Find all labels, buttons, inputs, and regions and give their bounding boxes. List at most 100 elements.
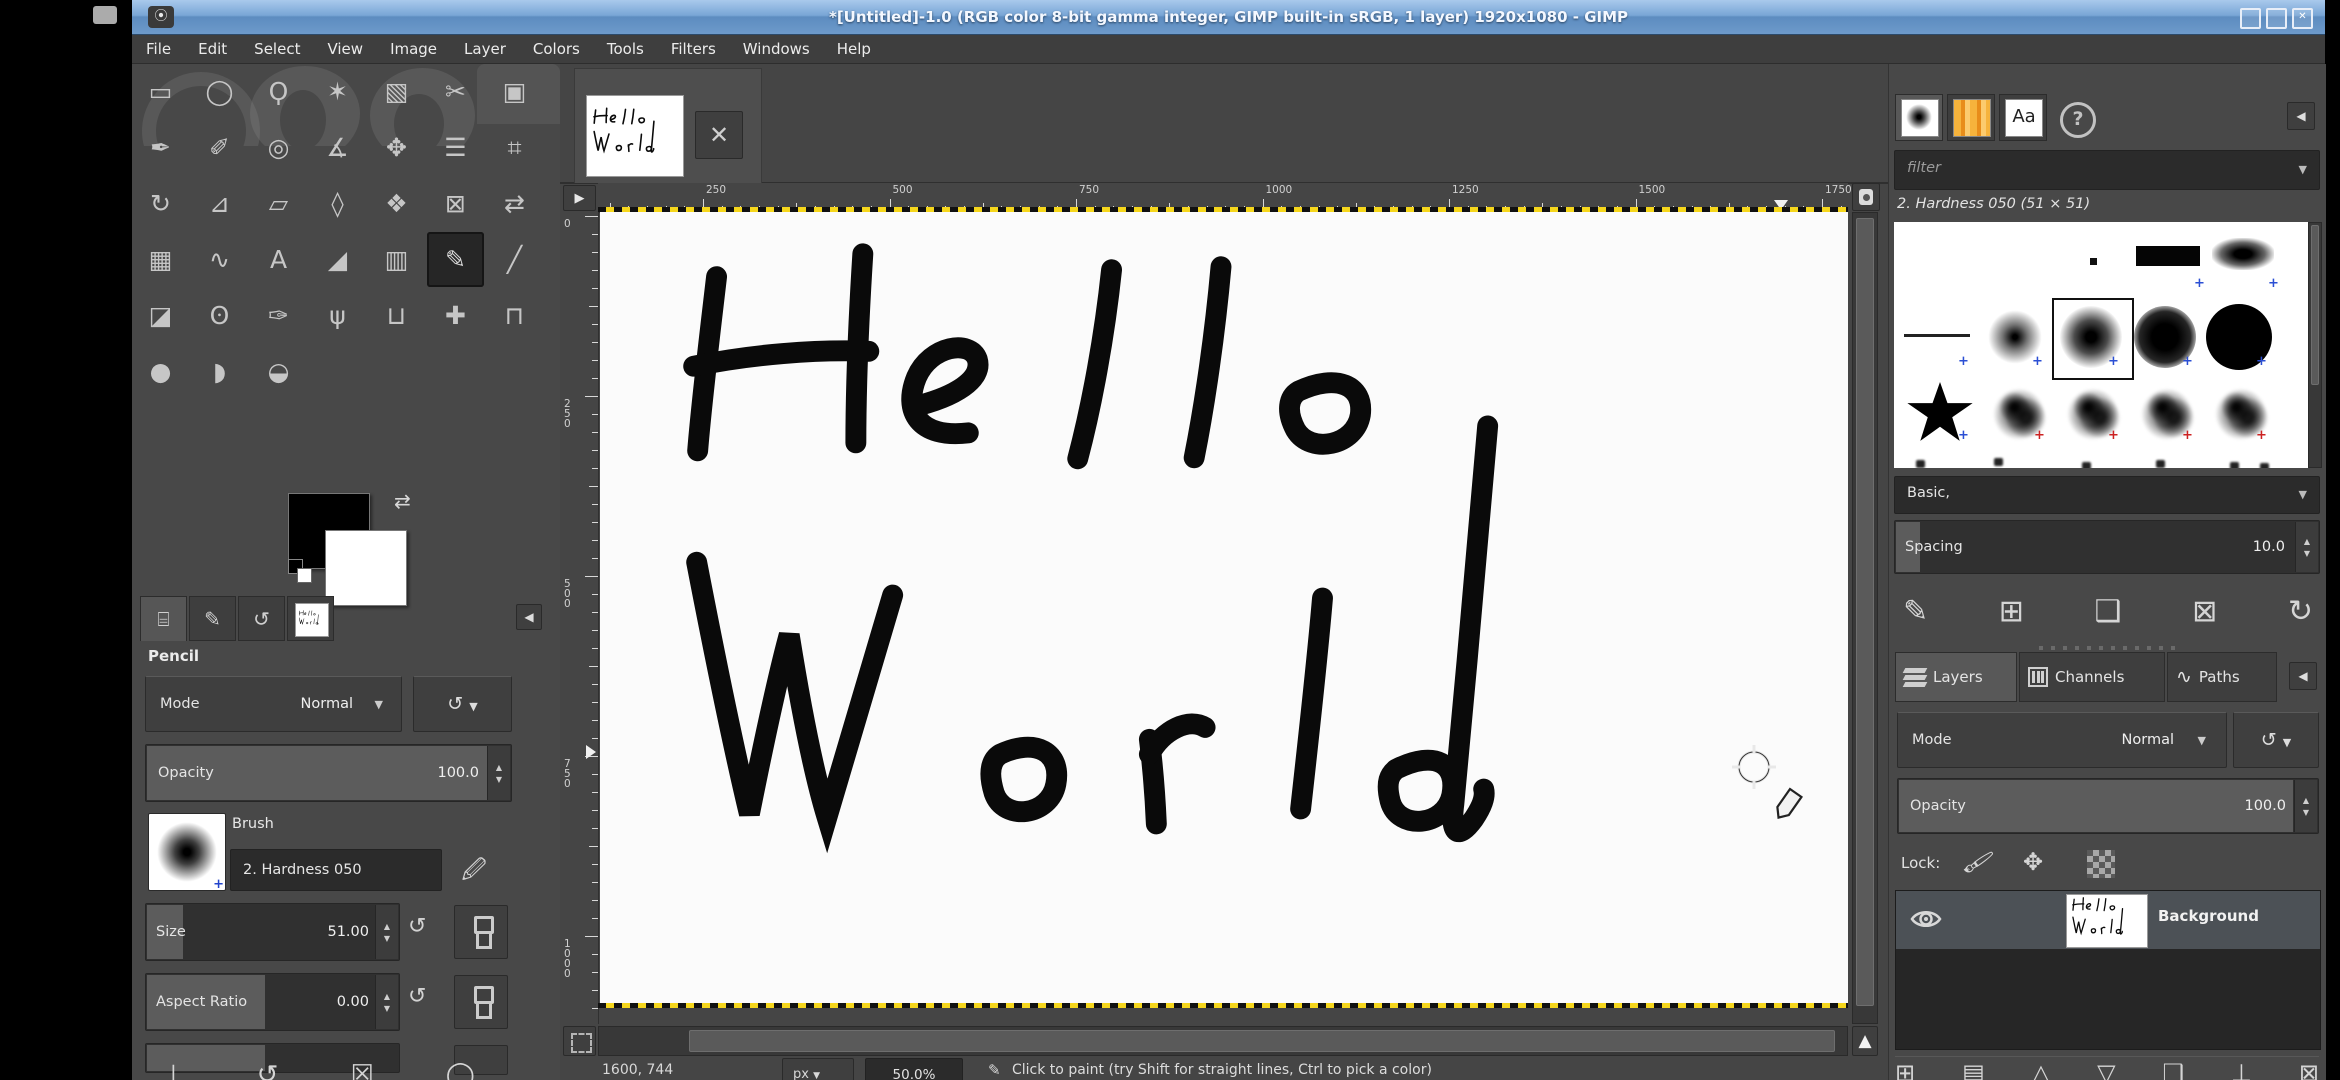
tool-gradient[interactable]: ▥	[368, 232, 425, 287]
duplicate-brush-icon[interactable]: ❑	[2095, 594, 2122, 629]
tool-scale[interactable]: ⊿	[191, 176, 248, 231]
refresh-brushes-icon[interactable]: ↻	[2288, 594, 2313, 629]
brush-name-field[interactable]: 2. Hardness 050	[230, 849, 442, 891]
tool-clone[interactable]: ⊔	[368, 288, 425, 343]
tool-eraser[interactable]: ◪	[132, 288, 189, 343]
aspect-spinner[interactable]: ▲▼	[375, 975, 398, 1029]
tab-layers[interactable]: Layers	[1895, 652, 2017, 702]
zoom-combo[interactable]: 50.0%	[865, 1058, 963, 1080]
ruler-corner-button[interactable]: ▶	[563, 185, 596, 211]
unit-select[interactable]: px ▼	[782, 1058, 854, 1080]
tool-zoom[interactable]: ◎	[250, 120, 307, 175]
aspect-link-button[interactable]	[454, 975, 508, 1029]
tool-heal[interactable]: ✚	[427, 288, 484, 343]
size-link-button[interactable]	[454, 905, 508, 959]
close-button[interactable]: ✕	[2292, 8, 2313, 29]
spacing-slider[interactable]: Spacing 10.0 ▲▼	[1894, 520, 2320, 574]
default-colors-icon[interactable]	[288, 559, 314, 585]
duplicate-layer-icon[interactable]: ❑	[2163, 1059, 2185, 1080]
tab-device-status[interactable]: ✎	[189, 596, 236, 641]
tool-fuzzy-select[interactable]: ✶	[309, 64, 366, 119]
brush-partial[interactable]	[2082, 462, 2091, 468]
new-brush-icon[interactable]: ⊞	[1999, 594, 2024, 629]
close-image-tab-button[interactable]: ✕	[695, 111, 743, 159]
tool-foreground-select[interactable]: ▣	[486, 64, 543, 119]
minimize-button[interactable]	[2240, 8, 2261, 29]
visibility-eye-icon[interactable]	[1910, 905, 1942, 933]
maximize-button[interactable]	[2266, 8, 2287, 29]
menu-filters[interactable]: Filters	[671, 40, 716, 58]
opacity-slider[interactable]: Opacity 100.0 ▲▼	[145, 744, 512, 802]
tab-channels[interactable]: Channels	[2019, 652, 2165, 702]
aspect-ratio-slider[interactable]: Aspect Ratio 0.00 ▲▼	[145, 973, 400, 1031]
layer-row-background[interactable]: Background	[1896, 891, 2320, 949]
tool-handle-transform[interactable]: ❖	[368, 176, 425, 231]
tab-fonts[interactable]: Aa	[1999, 94, 2047, 141]
tool-warp-transform[interactable]: ∿	[191, 232, 248, 287]
tool-ink[interactable]: ✑	[250, 288, 307, 343]
vertical-scrollbar[interactable]	[1852, 212, 1878, 1024]
image-tab[interactable]: ✕	[574, 68, 762, 183]
tab-undo-history[interactable]: ↺	[238, 596, 285, 641]
edit-brush-icon[interactable]: 🖉	[452, 849, 496, 891]
brush-partial[interactable]	[2156, 460, 2165, 468]
menu-tools[interactable]: Tools	[607, 40, 644, 58]
brush-soft-ellipse[interactable]	[2212, 238, 2274, 270]
layer-opacity-slider[interactable]: Opacity 100.0 ▲▼	[1897, 778, 2319, 834]
menu-edit[interactable]: Edit	[198, 40, 227, 58]
layer-opacity-spinner[interactable]: ▲▼	[2294, 780, 2317, 832]
mode-reset-button[interactable]: ↺ ▼	[413, 676, 512, 732]
brush-partial[interactable]	[1994, 458, 2003, 466]
menu-select[interactable]: Select	[254, 40, 300, 58]
tab-paths[interactable]: ∿ Paths	[2167, 652, 2277, 702]
tool-smudge[interactable]: ◗	[191, 344, 248, 399]
tool-free-select[interactable]: Ϙ	[250, 64, 307, 119]
anchor-layer-icon[interactable]: ⊥	[2231, 1059, 2252, 1080]
tool-rotate[interactable]: ↻	[132, 176, 189, 231]
delete-tool-preset-icon[interactable]: ☒	[350, 1060, 373, 1080]
save-tool-preset-icon[interactable]: ⊥	[162, 1060, 185, 1080]
tool-pencil[interactable]: ✎	[427, 232, 484, 287]
tool-perspective[interactable]: ◊	[309, 176, 366, 231]
size-spinner[interactable]: ▲▼	[375, 905, 398, 959]
opacity-spinner[interactable]: ▲▼	[487, 746, 510, 800]
tool-crop[interactable]: ⌗	[486, 120, 543, 175]
tool-scissors-select[interactable]: ✂	[427, 64, 484, 119]
tool-move[interactable]: ✥	[368, 120, 425, 175]
lock-alpha-icon[interactable]	[2087, 850, 2115, 878]
delete-brush-icon[interactable]: ⊠	[2192, 594, 2217, 629]
tool-airbrush[interactable]: ʘ	[191, 288, 248, 343]
tool-select-by-color[interactable]: ▧	[368, 64, 425, 119]
brush-group-select[interactable]: Basic, ▼	[1894, 476, 2320, 514]
size-reset-icon[interactable]: ↺	[408, 914, 426, 939]
quick-mask-button[interactable]	[563, 1026, 596, 1056]
raise-layer-icon[interactable]: △	[2032, 1059, 2050, 1080]
lock-pixels-icon[interactable]: 🖌	[1961, 846, 1996, 879]
aspect-reset-icon[interactable]: ↺	[408, 984, 426, 1009]
tool-mypaint-brush[interactable]: ψ	[309, 288, 366, 343]
canvas[interactable]	[600, 212, 1848, 1003]
tool-bucket-fill[interactable]: ◢	[309, 232, 366, 287]
delete-layer-icon[interactable]: ⊠	[2299, 1059, 2319, 1080]
spacing-spinner[interactable]: ▲▼	[2295, 522, 2318, 572]
brushes-menu-button[interactable]: ◀	[2287, 102, 2315, 130]
menu-layer[interactable]: Layer	[464, 40, 506, 58]
tab-patterns[interactable]	[1947, 94, 1995, 141]
tool-options-menu-button[interactable]: ◀	[516, 604, 542, 630]
lower-layer-icon[interactable]: ▽	[2097, 1059, 2115, 1080]
layers-menu-button[interactable]: ◀	[2289, 662, 2317, 690]
brush-partial[interactable]	[2230, 462, 2239, 468]
zoom-image-button[interactable]	[1852, 183, 1880, 211]
brush-grid[interactable]: ++++++++++++	[1894, 222, 2308, 468]
tab-brushes[interactable]	[1895, 94, 1943, 141]
tool-paintbrush[interactable]: ╱	[486, 232, 543, 287]
layer-mode-select[interactable]: Mode Normal ▼	[1897, 712, 2227, 768]
menu-file[interactable]: File	[146, 40, 171, 58]
brush-pixel[interactable]	[2090, 258, 2097, 265]
brush-grid-scrollbar[interactable]	[2308, 222, 2322, 468]
edit-brush-icon[interactable]: ✎	[1903, 594, 1928, 629]
layer-mode-reset-button[interactable]: ↺ ▼	[2233, 712, 2319, 768]
menu-colors[interactable]: Colors	[533, 40, 580, 58]
title-bar[interactable]: ⦿ *[Untitled]-1.0 (RGB color 8-bit gamma…	[132, 0, 2325, 35]
tool-blur-sharpen[interactable]: ●	[132, 344, 189, 399]
